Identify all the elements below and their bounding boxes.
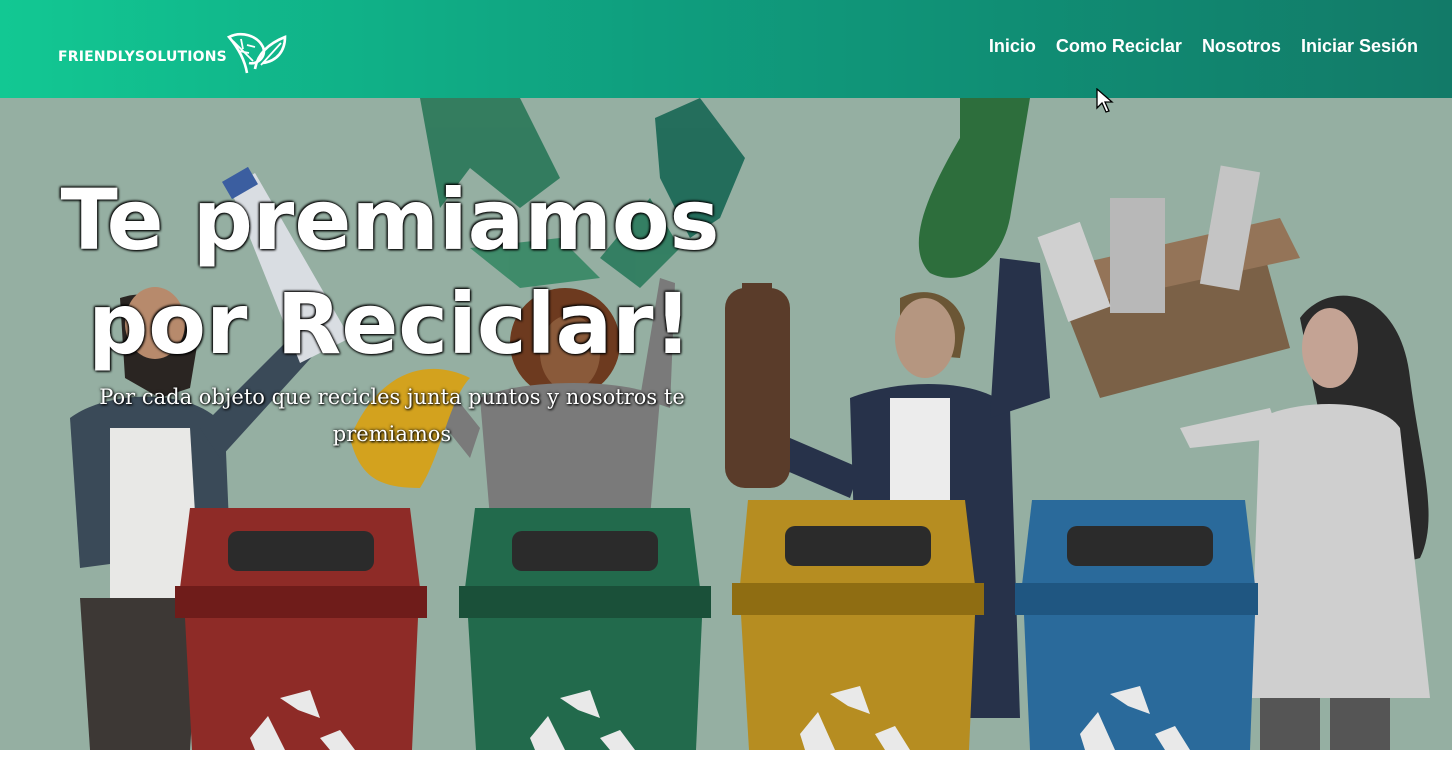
leaves-icon (226, 33, 287, 74)
nav-link-inicio[interactable]: Inicio (989, 36, 1036, 57)
recycling-bins (175, 500, 1258, 750)
mouse-cursor-icon (1096, 88, 1114, 113)
page-bottom-edge (0, 750, 1452, 757)
top-navbar: FRIENDLYSOLUTIONS Inicio Como Reciclar N… (0, 0, 1452, 98)
hero-title: Te premiamos por Reciclar! (60, 168, 720, 376)
main-navigation: Inicio Como Reciclar Nosotros Iniciar Se… (989, 36, 1418, 57)
hero-subtitle: Por cada objeto que recicles junta punto… (99, 385, 685, 446)
nav-link-iniciar-sesion[interactable]: Iniciar Sesión (1301, 36, 1418, 57)
hero-title-line-2: por Reciclar! (88, 275, 692, 373)
nav-link-nosotros[interactable]: Nosotros (1202, 36, 1281, 57)
brand-name: FRIENDLYSOLUTIONS (58, 49, 227, 65)
brand-logo[interactable]: FRIENDLYSOLUTIONS (58, 27, 289, 77)
hero-section: Te premiamos por Reciclar! Por cada obje… (0, 98, 1452, 750)
hero-title-line-1: Te premiamos (60, 171, 720, 269)
nav-link-como-reciclar[interactable]: Como Reciclar (1056, 36, 1182, 57)
